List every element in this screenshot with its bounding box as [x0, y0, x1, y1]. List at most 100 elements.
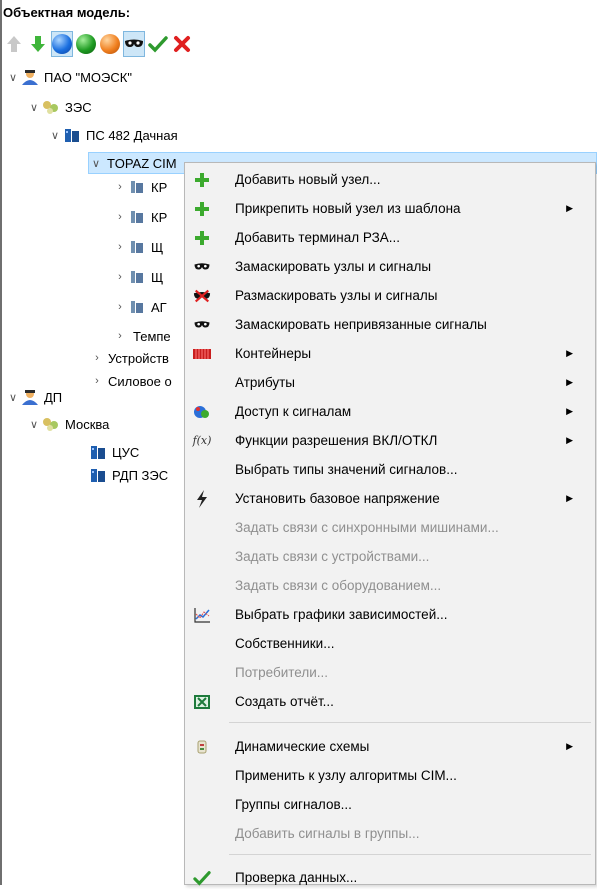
tree-node[interactable]: ЦУС	[88, 441, 139, 463]
device-icon	[127, 209, 147, 225]
tree-node[interactable]: ∨ ЗЭС	[27, 96, 92, 118]
menu-item-link-devices: Задать связи с устройствами...	[235, 549, 430, 564]
menu-item-signal-groups[interactable]: Группы сигналов...	[185, 790, 595, 819]
up-arrow-icon	[7, 36, 21, 52]
chevron-down-icon[interactable]: ∨	[48, 129, 62, 142]
chevron-right-icon[interactable]: ›	[113, 330, 127, 342]
menu-item-apply-cim-algorithms[interactable]: Применить к узлу алгоритмы CIM...	[185, 761, 595, 790]
mask-button[interactable]	[123, 31, 145, 57]
tree-node[interactable]: ∨ ДП	[6, 386, 62, 408]
device-icon	[127, 269, 147, 285]
chevron-right-icon[interactable]: ›	[113, 271, 127, 283]
chevron-right-icon[interactable]: ›	[113, 181, 127, 193]
menu-item-data-check[interactable]: Проверка данных...	[185, 863, 595, 892]
check-icon	[191, 867, 213, 889]
menu-item-add-rza-terminal[interactable]: Добавить терминал РЗА...	[185, 223, 595, 252]
menu-item-containers[interactable]: Контейнеры ▶	[185, 339, 595, 368]
chevron-down-icon[interactable]: ∨	[89, 157, 103, 170]
tree-node[interactable]: › АГ	[113, 296, 167, 318]
green-plus-icon	[191, 227, 213, 249]
chevron-right-icon[interactable]: ›	[113, 211, 127, 223]
substation-icon	[62, 127, 82, 143]
substation-icon	[88, 444, 108, 460]
panel-title: Объектная модель:	[3, 5, 131, 20]
submenu-arrow-icon: ▶	[566, 435, 573, 445]
menu-item-mask-unbound[interactable]: Замаскировать непривязанные сигналы	[185, 310, 595, 339]
chevron-down-icon[interactable]: ∨	[27, 101, 41, 114]
mask-icon	[191, 314, 213, 336]
move-up-button[interactable]	[3, 31, 25, 57]
green-filter-button[interactable]	[75, 31, 97, 57]
tree-node[interactable]: › Щ	[113, 266, 163, 288]
submenu-arrow-icon: ▶	[566, 741, 573, 751]
orange-filter-button[interactable]	[99, 31, 121, 57]
menu-item-link-equipment: Задать связи с оборудованием...	[235, 578, 442, 593]
tree-node[interactable]: › Темпе	[113, 325, 171, 347]
tree-node[interactable]: ∨ ПАО "МОЭСК"	[6, 66, 132, 88]
down-arrow-icon	[31, 36, 45, 52]
container-icon	[191, 343, 213, 365]
menu-item-add-node[interactable]: Добавить новый узел...	[185, 165, 595, 194]
chevron-down-icon[interactable]: ∨	[27, 418, 41, 431]
tree-node[interactable]: ∨ ПС 482 Дачная	[48, 124, 178, 146]
move-down-button[interactable]	[27, 31, 49, 57]
menu-item-add-signals-to-groups: Добавить сигналы в группы...	[235, 826, 420, 841]
blue-ball-icon	[52, 34, 72, 54]
submenu-arrow-icon: ▶	[566, 203, 573, 213]
menu-item-unmask[interactable]: Размаскировать узлы и сигналы	[185, 281, 595, 310]
function-icon: f(x)	[192, 434, 212, 447]
submenu-arrow-icon: ▶	[566, 493, 573, 503]
menu-item-signal-access[interactable]: Доступ к сигналам ▶	[185, 397, 595, 426]
menu-item-base-voltage[interactable]: Установить базовое напряжение ▶	[185, 484, 595, 513]
reject-button[interactable]	[171, 31, 193, 57]
menu-item-attributes[interactable]: Атрибуты ▶	[185, 368, 595, 397]
tree-node[interactable]: › Устройств	[90, 347, 169, 369]
menu-item-create-report[interactable]: Создать отчёт...	[185, 687, 595, 716]
tree-node[interactable]: ∨ Москва	[27, 413, 109, 435]
user-group-icon	[20, 69, 40, 85]
user-group-icon	[20, 389, 40, 405]
substation-icon	[88, 467, 108, 483]
dynamic-scheme-icon	[191, 736, 213, 758]
tree-node[interactable]: РДП ЗЭС	[88, 464, 168, 486]
device-icon	[127, 299, 147, 315]
unmask-icon	[191, 285, 213, 307]
context-menu: Добавить новый узел... Прикрепить новый …	[184, 162, 596, 886]
menu-item-attach-from-template[interactable]: Прикрепить новый узел из шаблона ▶	[185, 194, 595, 223]
toolbar	[3, 28, 195, 60]
mask-icon	[125, 39, 143, 47]
blue-filter-button[interactable]	[51, 31, 73, 57]
excel-icon	[191, 691, 213, 713]
device-icon	[127, 239, 147, 255]
menu-item-consumers: Потребители...	[235, 665, 328, 680]
panel-border	[0, 0, 2, 885]
menu-item-owners[interactable]: Собственники...	[185, 629, 595, 658]
menu-item-signal-value-types[interactable]: Выбрать типы значений сигналов...	[185, 455, 595, 484]
device-icon	[127, 179, 147, 195]
green-plus-icon	[191, 198, 213, 220]
chevron-right-icon[interactable]: ›	[113, 241, 127, 253]
check-icon	[148, 36, 168, 53]
network-icon	[41, 416, 61, 432]
menu-item-dynamic-schemes[interactable]: Динамические схемы ▶	[185, 732, 595, 761]
tree-node[interactable]: › Щ	[113, 236, 163, 258]
accept-button[interactable]	[147, 31, 169, 57]
network-icon	[41, 99, 61, 115]
menu-separator	[229, 722, 591, 723]
chevron-down-icon[interactable]: ∨	[6, 391, 20, 404]
chevron-right-icon[interactable]: ›	[113, 301, 127, 313]
chevron-right-icon[interactable]: ›	[90, 375, 104, 387]
tree-node[interactable]: › КР	[113, 206, 167, 228]
green-plus-icon	[191, 169, 213, 191]
chevron-right-icon[interactable]: ›	[90, 352, 104, 364]
menu-item-sync-machines: Задать связи с синхронными мишинами...	[235, 520, 499, 535]
orange-ball-icon	[100, 34, 120, 54]
menu-item-onoff-functions[interactable]: f(x) Функции разрешения ВКЛ/ОТКЛ ▶	[185, 426, 595, 455]
tree-node[interactable]: › КР	[113, 176, 167, 198]
tree-node[interactable]: › Силовое о	[90, 370, 172, 392]
cross-icon	[174, 36, 190, 52]
mask-icon	[191, 256, 213, 278]
chevron-down-icon[interactable]: ∨	[6, 71, 20, 84]
menu-item-mask[interactable]: Замаскировать узлы и сигналы	[185, 252, 595, 281]
menu-item-dependency-charts[interactable]: Выбрать графики зависимостей...	[185, 600, 595, 629]
